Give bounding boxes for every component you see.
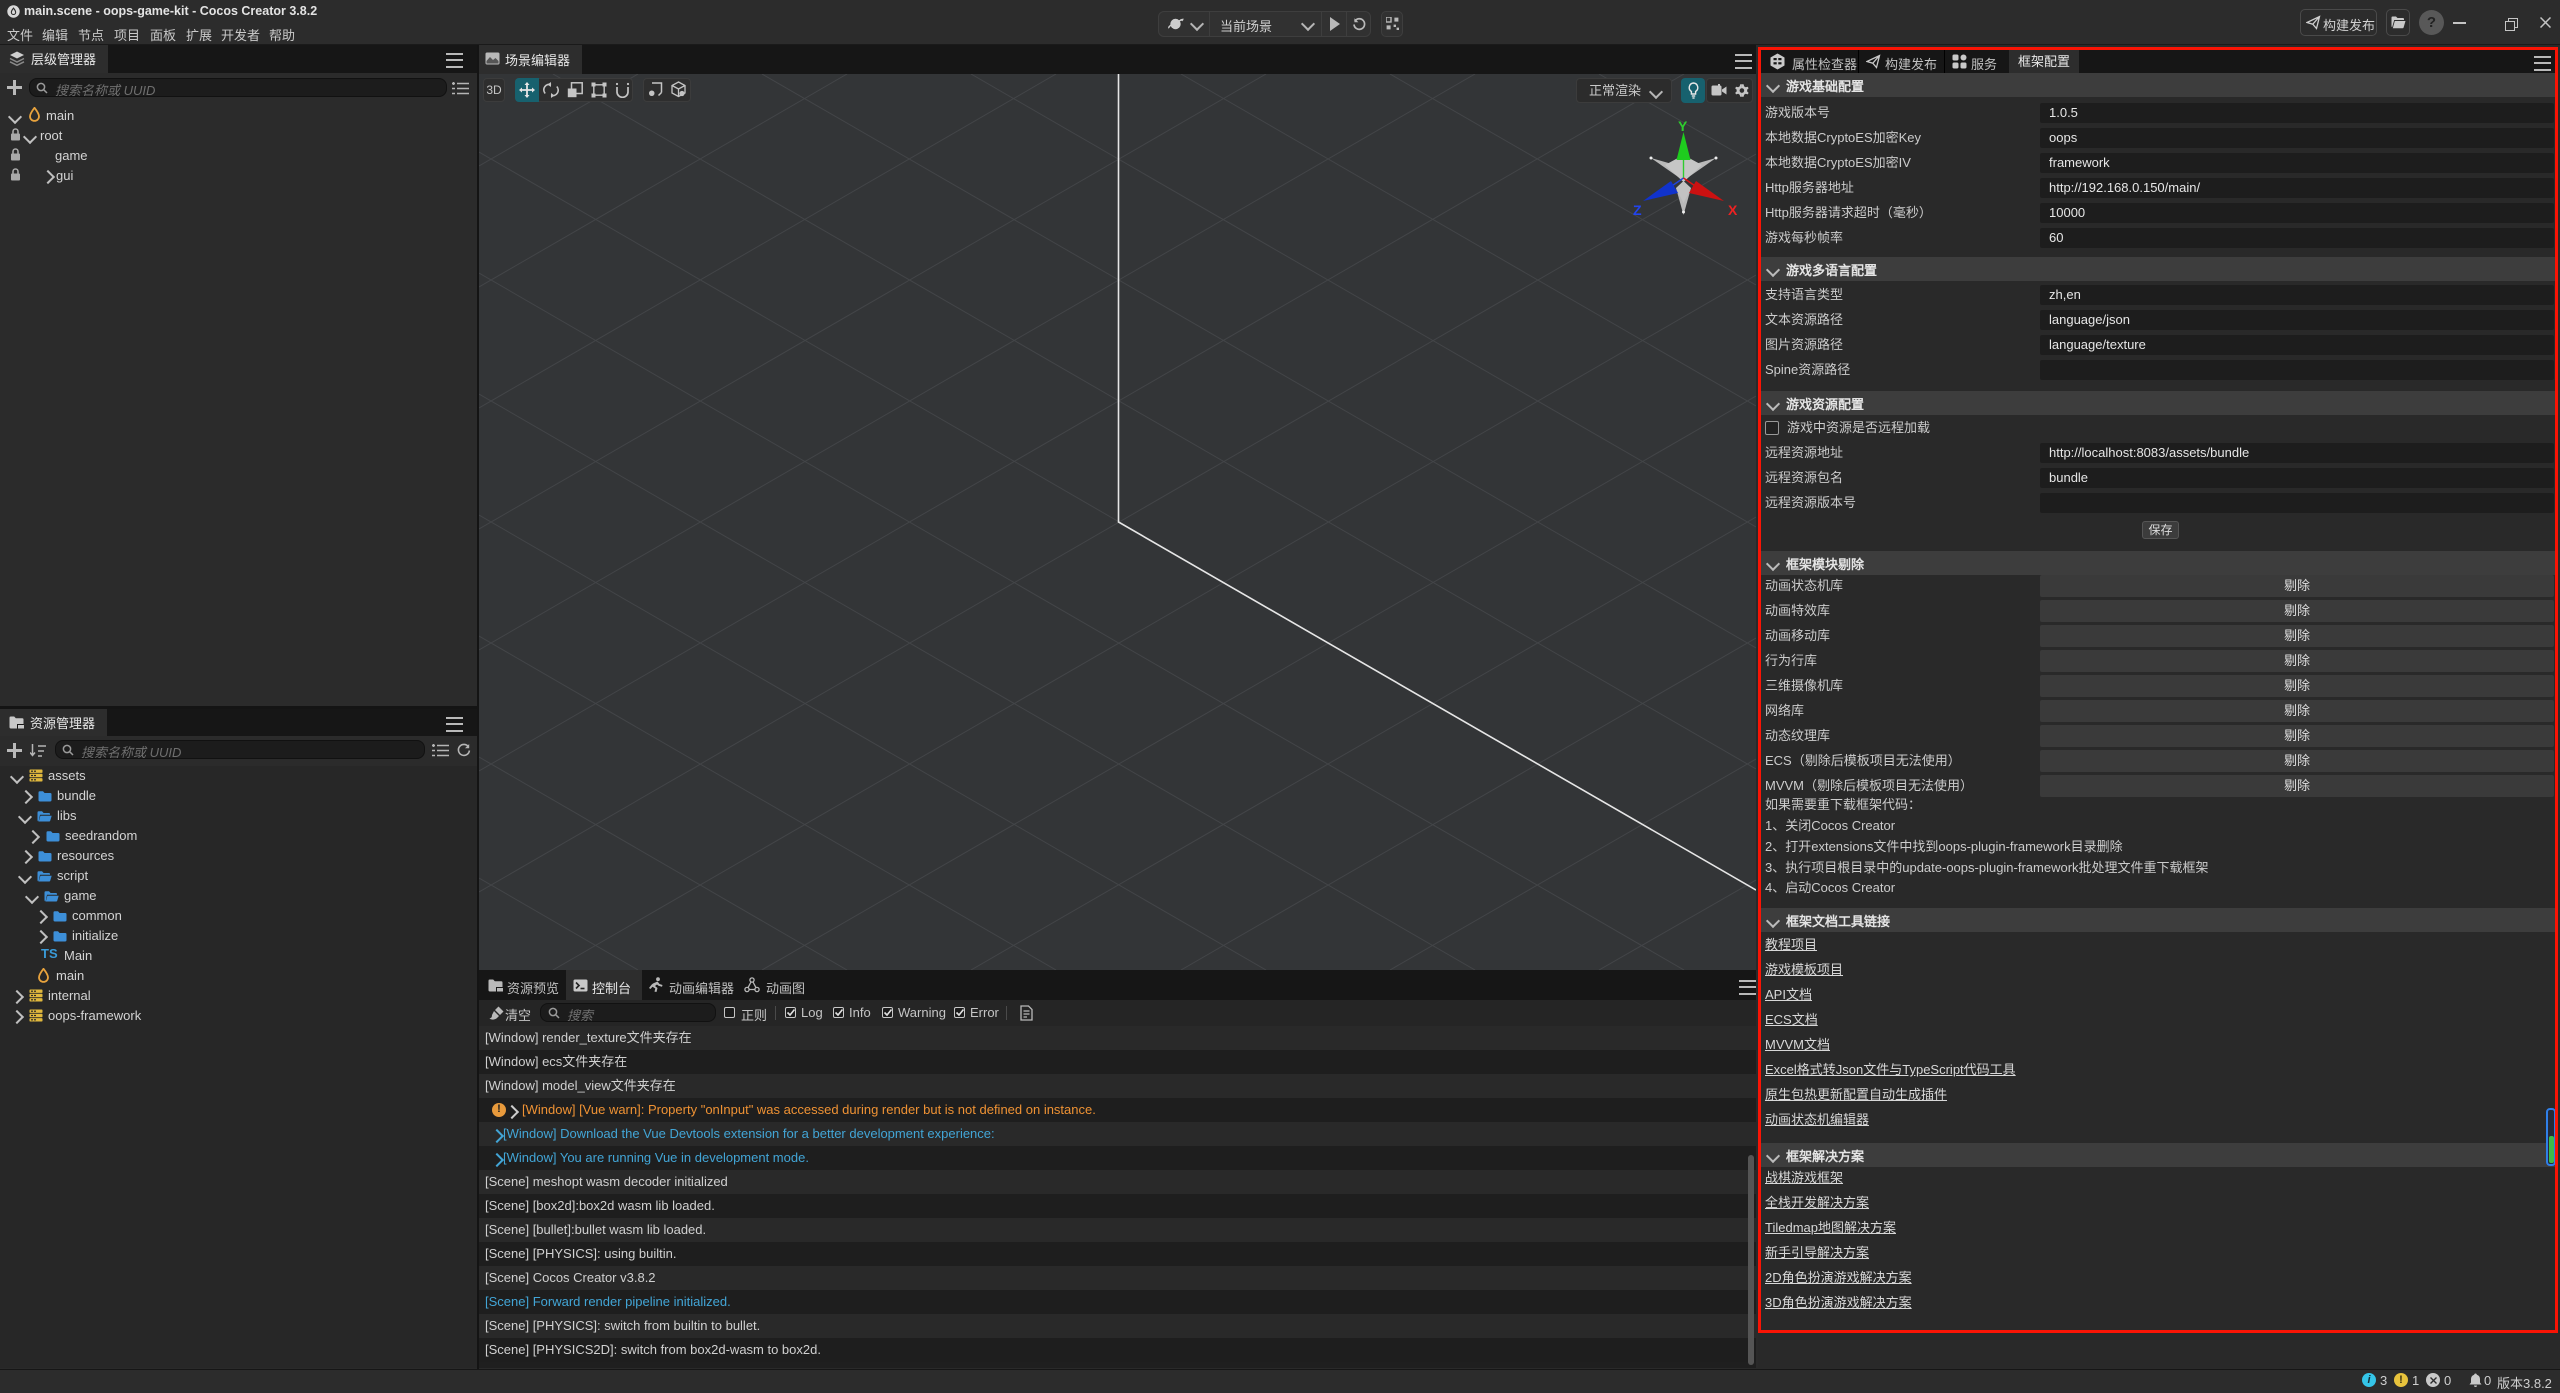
- svg-text:Z: Z: [1633, 202, 1642, 218]
- svg-text:Y: Y: [1678, 120, 1688, 134]
- svg-text:X: X: [1728, 202, 1738, 218]
